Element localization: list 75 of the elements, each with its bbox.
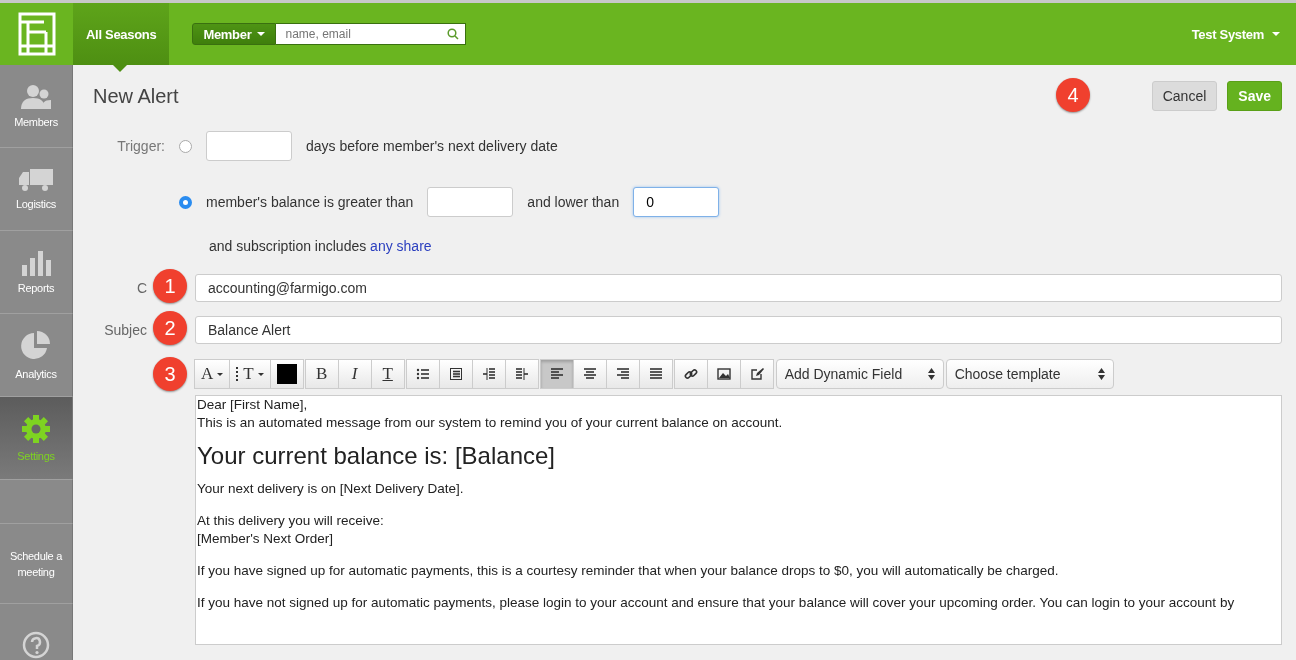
editor-text: At this delivery you will receive: <box>197 512 385 530</box>
up-down-arrows-icon <box>927 368 935 380</box>
link-tool-button[interactable] <box>673 359 708 389</box>
message-editor[interactable] <box>195 395 1282 645</box>
cc-label: C <box>135 280 147 296</box>
radio-button[interactable] <box>179 195 192 209</box>
editor-text: Dear [First Name], <box>197 396 309 414</box>
ol-tool-button[interactable] <box>438 359 473 389</box>
bulleted-list-icon <box>415 367 430 381</box>
pie-chart-icon <box>20 330 52 362</box>
share-link[interactable]: any share <box>370 238 432 254</box>
number-badge: 2 <box>153 311 187 345</box>
trigger-label: Trigger: <box>116 138 165 154</box>
help-icon <box>22 631 50 659</box>
season-tab[interactable]: All Seasons <box>73 3 170 65</box>
days-input[interactable] <box>206 131 292 161</box>
editor-text: This is an automated message from our system to remind you of your current balance on account. <box>197 414 784 432</box>
option-text: and lower than <box>527 194 620 210</box>
edit-tool-button[interactable] <box>739 359 774 389</box>
color-swatch-icon <box>276 364 297 384</box>
indent-tool-button[interactable] <box>504 359 539 389</box>
editor-heading: Your current balance is: [Balance] <box>197 442 556 470</box>
tab-pointer-icon <box>113 65 127 72</box>
option-text: member's balance is greater than <box>206 194 414 210</box>
size-tool-button[interactable]: T <box>229 359 271 389</box>
justify-tool-button[interactable] <box>638 359 673 389</box>
people-icon <box>20 84 52 110</box>
truck-icon <box>18 168 54 192</box>
bar-chart-icon <box>21 250 51 276</box>
amount-input[interactable] <box>427 187 514 217</box>
search-scope-dropdown[interactable]: Member <box>192 23 277 45</box>
editor-text: [Member's Next Order] <box>197 530 335 548</box>
number-badge: 1 <box>153 269 187 303</box>
ul-tool-button[interactable] <box>405 359 440 389</box>
color-tool-button[interactable] <box>269 359 304 389</box>
image-icon <box>716 367 731 381</box>
amount-input[interactable]: 0 <box>633 187 720 217</box>
italic-tool-button[interactable]: I <box>337 359 372 389</box>
page-title: New Alert <box>93 84 179 108</box>
editor-text: If you have not signed up for automatic payments, please login to your account and ensure that your balance will cover your upcoming order. You can login to your account by <box>197 594 1236 612</box>
logo-icon <box>17 12 56 56</box>
gear-icon <box>21 414 51 444</box>
editor-text: If you have signed up for automatic payments, this is a courtesy reminder that when your balance drops to $0, you will automatically be charged. <box>197 562 1060 580</box>
strike-tool-button[interactable]: T <box>370 359 405 389</box>
editor-text: Your next delivery is on [Next Delivery Date]. <box>197 480 465 498</box>
search-field[interactable]: name, email <box>276 23 467 45</box>
option-text: days before member's next delivery date <box>306 138 558 154</box>
dropdown[interactable]: Choose template <box>945 359 1114 389</box>
up-down-arrows-icon <box>1097 368 1105 380</box>
subject-field[interactable]: Balance Alert <box>195 316 1282 344</box>
radio-button[interactable] <box>179 139 192 153</box>
number-badge: 4 <box>1056 78 1090 112</box>
link-icon <box>683 367 698 381</box>
search-icon <box>447 28 460 40</box>
image-tool-button[interactable] <box>706 359 741 389</box>
align-right-icon <box>615 367 630 381</box>
outdent-icon <box>481 367 496 381</box>
font-tool-button[interactable]: A <box>194 359 231 389</box>
numbered-list-icon <box>448 367 463 381</box>
align-center-icon <box>582 367 597 381</box>
align-left-icon <box>549 367 564 381</box>
number-badge: 3 <box>153 357 187 391</box>
subscription-text: and subscription includes any share <box>209 238 432 254</box>
align-justify-icon <box>648 367 663 381</box>
cancel-button[interactable]: Cancel <box>1151 81 1218 111</box>
right-tool-button[interactable] <box>605 359 640 389</box>
cc-field[interactable]: accounting@farmigo.com <box>195 274 1282 302</box>
subject-label: Subjec <box>103 322 147 338</box>
left-tool-button[interactable] <box>539 359 574 389</box>
bold-tool-button[interactable]: B <box>304 359 339 389</box>
center-tool-button[interactable] <box>572 359 607 389</box>
indent-icon <box>514 367 529 381</box>
dropdown[interactable]: Add Dynamic Field <box>775 359 944 389</box>
outdent-tool-button[interactable] <box>471 359 506 389</box>
edit-icon <box>749 367 764 381</box>
